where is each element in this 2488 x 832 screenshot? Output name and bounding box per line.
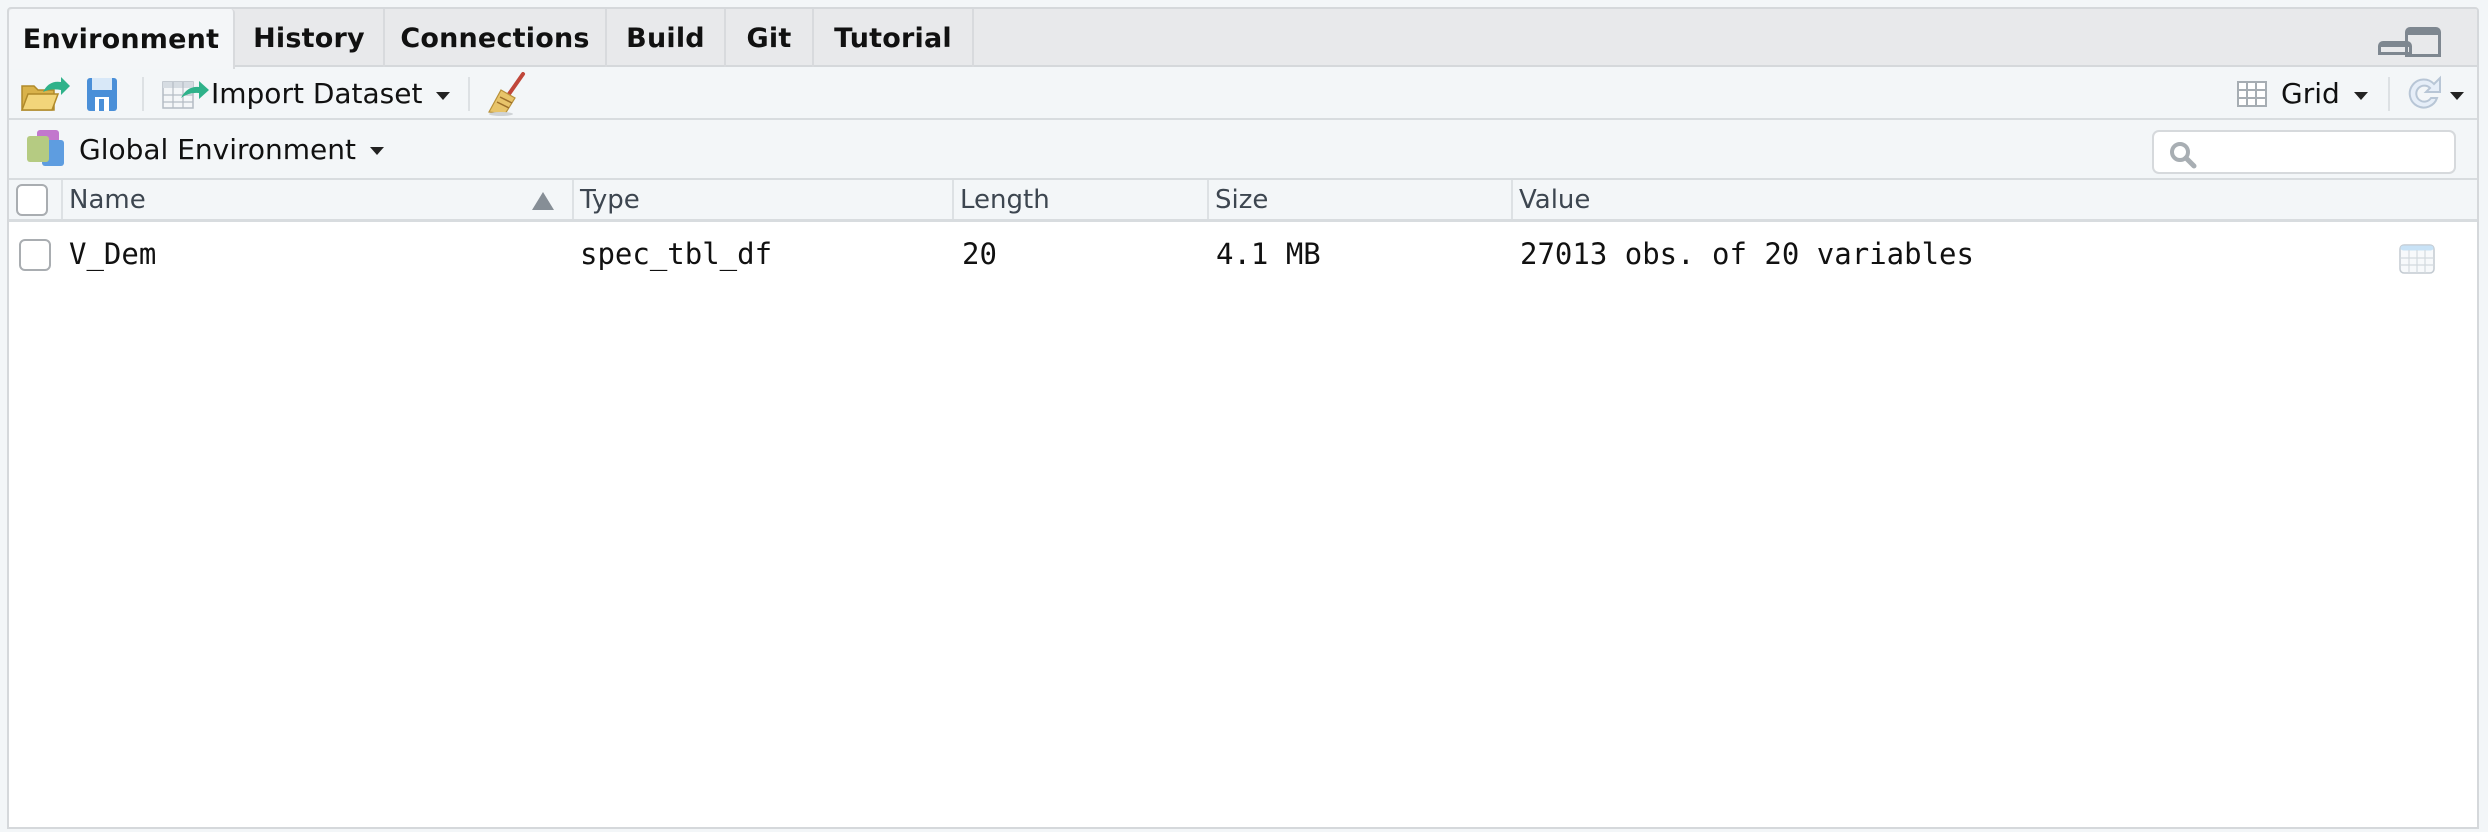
open-folder-icon bbox=[20, 76, 70, 111]
chevron-down-icon bbox=[436, 91, 451, 100]
column-header-name[interactable]: Name bbox=[61, 180, 572, 219]
save-workspace-button[interactable] bbox=[85, 67, 119, 120]
import-dataset-button[interactable]: Import Dataset bbox=[161, 67, 451, 120]
environment-selector[interactable]: Global Environment bbox=[27, 120, 385, 178]
column-header-label: Name bbox=[69, 184, 146, 215]
tab-strip: Environment History Connections Build Gi… bbox=[9, 9, 2477, 69]
select-all-checkbox[interactable] bbox=[16, 184, 48, 216]
cell-length: 20 bbox=[962, 237, 997, 271]
sort-ascending-icon bbox=[532, 192, 554, 210]
import-dataset-label: Import Dataset bbox=[211, 77, 423, 110]
cell-size: 4.1 MB bbox=[1216, 237, 1321, 271]
toolbar-separator bbox=[468, 77, 470, 111]
environment-label: Global Environment bbox=[79, 132, 357, 166]
column-header-value[interactable]: Value bbox=[1511, 180, 2477, 219]
search-box[interactable] bbox=[2152, 130, 2456, 174]
environment-bar: Global Environment bbox=[9, 120, 2477, 180]
maximize-pane-icon[interactable] bbox=[2405, 27, 2441, 57]
search-input[interactable] bbox=[2202, 136, 2442, 168]
import-table-icon bbox=[162, 80, 209, 109]
column-header-length[interactable]: Length bbox=[952, 180, 1207, 219]
tab-tutorial[interactable]: Tutorial bbox=[814, 9, 974, 67]
refresh-button[interactable] bbox=[2404, 67, 2464, 120]
column-header-label: Value bbox=[1519, 184, 1591, 215]
chevron-down-icon bbox=[2353, 91, 2368, 100]
environment-pane: Environment History Connections Build Gi… bbox=[7, 7, 2479, 829]
load-workspace-button[interactable] bbox=[19, 67, 71, 120]
chevron-down-icon bbox=[2450, 91, 2464, 100]
cell-value: 27013 obs. of 20 variables bbox=[1520, 237, 1974, 271]
tab-build[interactable]: Build bbox=[607, 9, 726, 67]
toolbar-separator bbox=[2388, 77, 2390, 111]
table-header: Name Type Length Size Value bbox=[9, 180, 2477, 222]
tab-history[interactable]: History bbox=[235, 9, 385, 67]
column-header-label: Size bbox=[1215, 184, 1269, 215]
view-mode-dropdown[interactable]: Grid bbox=[2237, 67, 2368, 120]
save-icon bbox=[87, 77, 117, 111]
column-header-size[interactable]: Size bbox=[1207, 180, 1511, 219]
clear-objects-button[interactable] bbox=[487, 67, 531, 120]
column-header-label: Type bbox=[580, 184, 640, 215]
view-data-icon[interactable] bbox=[2399, 244, 2435, 274]
chevron-down-icon bbox=[370, 147, 385, 155]
column-header-label: Length bbox=[960, 184, 1050, 215]
tab-connections[interactable]: Connections bbox=[385, 9, 607, 67]
grid-icon bbox=[2237, 80, 2267, 107]
tab-git[interactable]: Git bbox=[726, 9, 814, 67]
view-mode-label: Grid bbox=[2281, 77, 2340, 110]
tab-environment[interactable]: Environment bbox=[9, 9, 235, 69]
broom-icon bbox=[488, 71, 525, 116]
refresh-icon bbox=[2408, 75, 2441, 108]
search-icon bbox=[2170, 142, 2197, 169]
table-row[interactable]: V_Dem spec_tbl_df 20 4.1 MB 27013 obs. o… bbox=[9, 222, 2477, 286]
cell-name: V_Dem bbox=[69, 237, 157, 271]
empty-table-area bbox=[9, 286, 2477, 827]
column-header-type[interactable]: Type bbox=[572, 180, 952, 219]
row-checkbox[interactable] bbox=[19, 239, 51, 271]
environment-icon bbox=[27, 130, 67, 168]
toolbar: Import Dataset Grid bbox=[9, 67, 2477, 120]
cell-type: spec_tbl_df bbox=[580, 237, 773, 271]
toolbar-separator bbox=[142, 77, 144, 111]
